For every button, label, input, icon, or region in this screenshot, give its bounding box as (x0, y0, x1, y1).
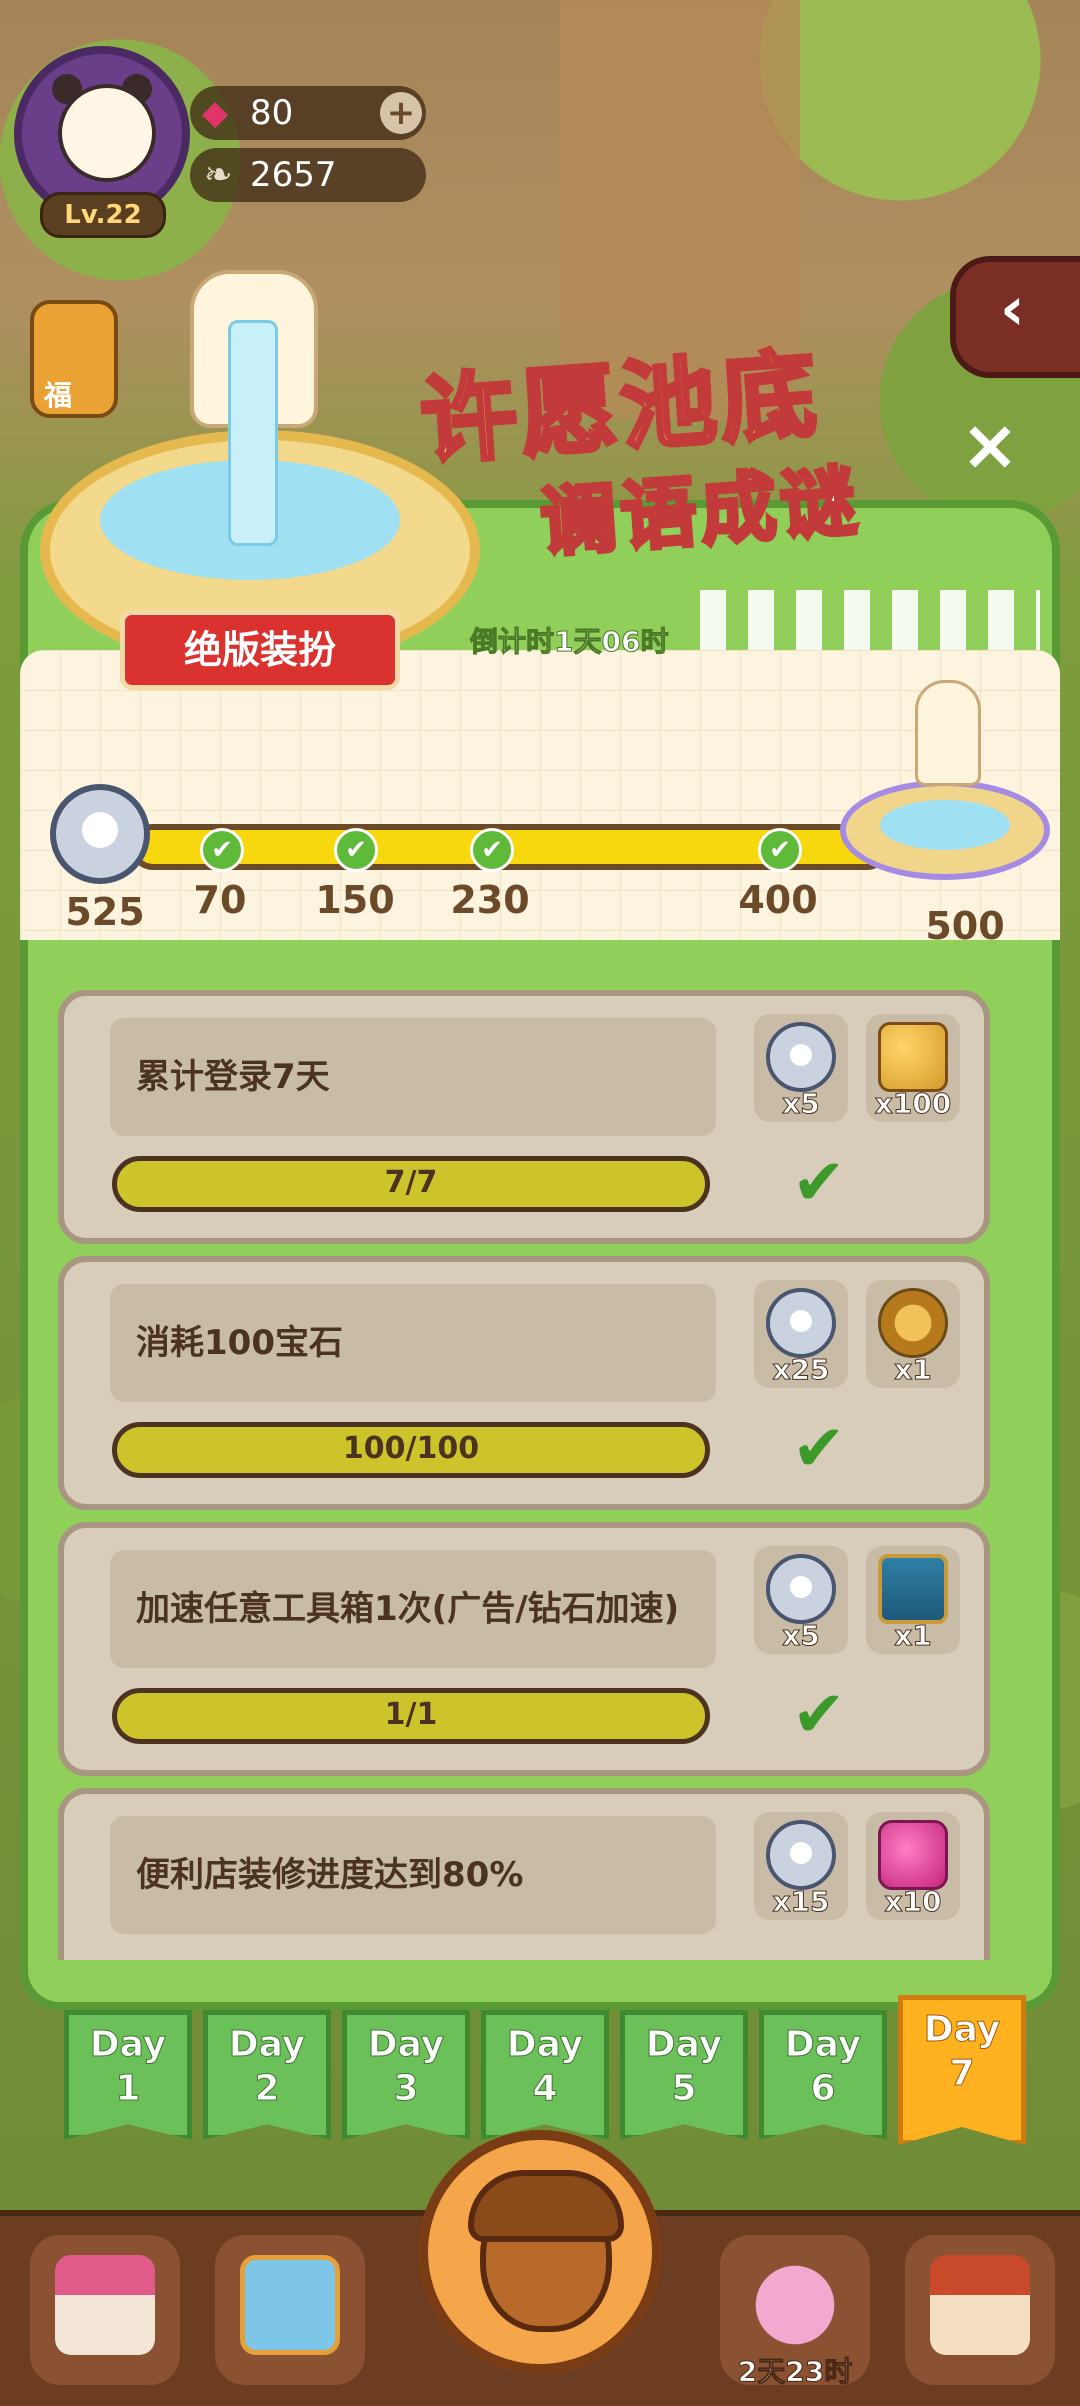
reward-slot[interactable]: x25 (754, 1280, 848, 1388)
player-level-badge: Lv.22 (40, 192, 166, 238)
store-icon (55, 2255, 155, 2355)
gem-icon: ◆ (202, 93, 229, 133)
reward-slot[interactable]: x15 (754, 1812, 848, 1920)
side-event-label: 福 (44, 379, 73, 412)
toolbox-chest-icon (878, 1554, 948, 1624)
gold-coins-icon (878, 1022, 948, 1092)
paw-coin-icon (766, 1820, 836, 1890)
side-event-button[interactable]: 福 (30, 300, 118, 418)
fence-decoration (700, 590, 1040, 650)
tab-day-4[interactable]: Day 4 (481, 2010, 609, 2140)
task-card: 便利店装修进度达到80% x15 x10 (58, 1788, 990, 1960)
task-label: 消耗100宝石 (136, 1323, 343, 1363)
task-progress-bar: 1/1 (112, 1688, 710, 1744)
milestone-value: 400 (738, 878, 818, 922)
milestone-check-icon: ✔ (200, 828, 244, 872)
reward-qty: x5 (782, 1087, 821, 1121)
tab-day-7[interactable]: Day 7 (898, 1995, 1026, 2145)
tab-day-2[interactable]: Day 2 (203, 2010, 331, 2140)
nav-tasks-button[interactable] (215, 2235, 365, 2385)
reward-slot[interactable]: x5 (754, 1014, 848, 1122)
reward-slot[interactable]: x10 (866, 1812, 960, 1920)
tab-day-3[interactable]: Day 3 (342, 2010, 470, 2140)
fountain-cat-icon (915, 680, 981, 786)
house-icon (930, 2255, 1030, 2355)
paw-coin-icon (766, 1288, 836, 1358)
gem-counter: ◆ 80 + (190, 86, 426, 140)
milestone-check-icon: ✔ (334, 828, 378, 872)
reward-qty: x1 (894, 1353, 933, 1387)
reward-qty: x10 (884, 1885, 942, 1919)
fountain-jet-art (228, 320, 278, 546)
task-card: 累计登录7天 7/7 x5 x100 ✔ (58, 990, 990, 1244)
current-points: 525 (65, 890, 145, 934)
add-gems-button[interactable]: + (380, 92, 422, 134)
task-progress-bar: 100/100 (112, 1422, 710, 1478)
reward-qty: x1 (894, 1619, 933, 1653)
task-label: 加速任意工具箱1次(广告/钻石加速) (136, 1589, 680, 1629)
task-card: 消耗100宝石 100/100 x25 x1 ✔ (58, 1256, 990, 1510)
paw-coin-icon (766, 1554, 836, 1624)
reward-qty: x100 (874, 1087, 952, 1121)
reward-qty: x25 (772, 1353, 830, 1387)
reward-slot[interactable]: x1 (866, 1280, 960, 1388)
reward-slot[interactable]: x1 (866, 1546, 960, 1654)
panda-face-icon (58, 84, 156, 182)
seed-counter: ❧ 2657 (190, 148, 426, 202)
task-label: 累计登录7天 (136, 1057, 330, 1097)
exclusive-outfit-ribbon: 绝版装扮 (120, 610, 400, 690)
milestone-value: 230 (450, 878, 530, 922)
completed-check-icon: ✔ (792, 1146, 846, 1220)
reward-slot[interactable]: x5 (754, 1546, 848, 1654)
milestone-check-icon: ✔ (470, 828, 514, 872)
bulletin-board-icon (240, 2255, 340, 2355)
paw-coin-icon (50, 784, 150, 884)
close-button[interactable]: × (960, 410, 1020, 480)
nav-shop-button[interactable] (30, 2235, 180, 2385)
key-icon (878, 1288, 948, 1358)
gem-count: 80 (250, 93, 294, 133)
pink-gems-icon (878, 1820, 948, 1890)
tree-timer: 2天23时 (737, 2355, 853, 2389)
seed-icon: ❧ (204, 155, 233, 195)
tab-day-5[interactable]: Day 5 (620, 2010, 748, 2140)
back-button[interactable]: ‹ (950, 256, 1080, 378)
event-title-line2: 谰语成谜 (536, 454, 865, 569)
blossom-tree-icon (745, 2255, 845, 2355)
completed-check-icon: ✔ (792, 1678, 846, 1752)
milestone-value: 70 (193, 878, 247, 922)
chevron-left-icon: ‹ (1000, 274, 1025, 344)
final-reward-fountain[interactable] (830, 680, 1060, 890)
tab-day-1[interactable]: Day 1 (64, 2010, 192, 2140)
reward-qty: x5 (782, 1619, 821, 1653)
event-countdown: 倒计时1天06时 (469, 625, 669, 659)
task-progress-bar: 7/7 (112, 1156, 710, 1212)
milestone-value: 150 (315, 878, 395, 922)
reward-qty: x15 (772, 1885, 830, 1919)
milestone-check-icon: ✔ (758, 828, 802, 872)
task-card: 加速任意工具箱1次(广告/钻石加速) 1/1 x5 x1 ✔ (58, 1522, 990, 1776)
task-label: 便利店装修进度达到80% (136, 1855, 524, 1895)
paw-coin-icon (766, 1022, 836, 1092)
seed-count: 2657 (250, 155, 337, 195)
completed-check-icon: ✔ (792, 1412, 846, 1486)
tab-day-6[interactable]: Day 6 (759, 2010, 887, 2140)
nav-home-button[interactable] (905, 2235, 1055, 2385)
milestone-value: 500 (925, 904, 1005, 948)
acorn-main-button[interactable] (418, 2130, 662, 2374)
task-list[interactable]: 累计登录7天 7/7 x5 x100 ✔ 消耗100宝石 100/100 x25… (58, 990, 998, 1960)
reward-slot[interactable]: x100 (866, 1014, 960, 1122)
